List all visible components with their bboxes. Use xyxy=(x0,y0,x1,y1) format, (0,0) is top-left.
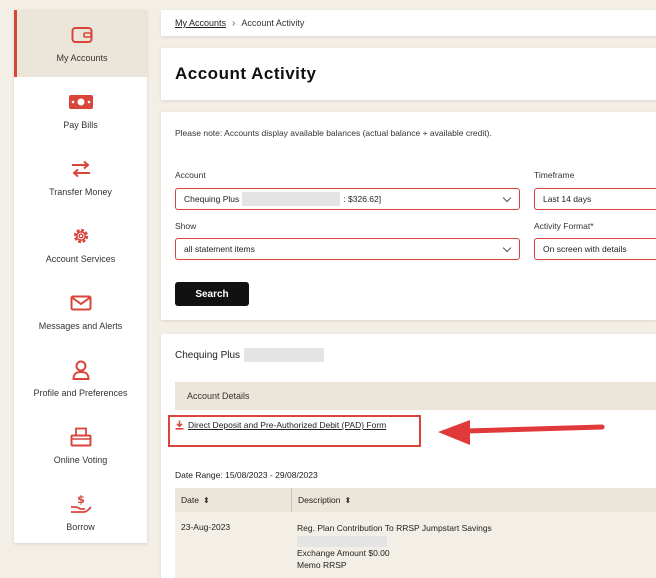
account-name-text: Chequing Plus xyxy=(175,349,241,361)
sidebar-item-borrow[interactable]: $ Borrow xyxy=(14,479,147,546)
show-value: all statement items xyxy=(184,244,255,254)
ballot-box-icon xyxy=(68,426,94,448)
sidebar-item-label: Messages and Alerts xyxy=(38,321,123,331)
row-date: 23-Aug-2023 xyxy=(181,522,231,532)
sidebar-item-transfer-money[interactable]: Transfer Money xyxy=(14,144,147,211)
search-button[interactable]: Search xyxy=(175,282,249,306)
filter-form: Please note: Accounts display available … xyxy=(161,112,656,320)
sidebar-item-messages-alerts[interactable]: Messages and Alerts xyxy=(14,278,147,345)
column-header-label: Date xyxy=(181,495,199,505)
breadcrumb-current: Account Activity xyxy=(241,18,305,28)
activity-table-header: Date ⬍ Description ⬍ xyxy=(175,488,656,512)
column-header-description[interactable]: Description ⬍ xyxy=(291,488,351,512)
wallet-icon xyxy=(69,24,95,46)
activity-format-select[interactable]: On screen with details xyxy=(534,238,656,260)
sidebar-item-label: Borrow xyxy=(66,522,95,532)
person-icon xyxy=(68,359,94,381)
redacted-account-number xyxy=(244,348,325,362)
transfer-arrows-icon xyxy=(68,158,94,180)
title-panel: Account Activity xyxy=(161,48,656,100)
date-range: Date Range: 15/08/2023 - 29/08/2023 xyxy=(175,470,318,480)
account-details-title: Account Details xyxy=(187,391,250,401)
gear-icon xyxy=(68,225,94,247)
envelope-icon xyxy=(68,292,94,314)
pad-form-link-text: Direct Deposit and Pre-Authorized Debit … xyxy=(188,420,387,430)
sort-icon: ⬍ xyxy=(344,495,352,505)
balance-note: Please note: Accounts display available … xyxy=(175,128,492,138)
chevron-down-icon xyxy=(502,193,512,203)
bill-icon xyxy=(68,91,94,113)
svg-text:$: $ xyxy=(77,493,85,506)
download-icon xyxy=(175,420,184,430)
table-row: 23-Aug-2023 Reg. Plan Contribution To RR… xyxy=(175,512,656,578)
sidebar-item-label: My Accounts xyxy=(56,53,108,63)
pad-form-link[interactable]: Direct Deposit and Pre-Authorized Debit … xyxy=(175,420,386,430)
breadcrumb-link-my-accounts[interactable]: My Accounts xyxy=(175,18,226,28)
sidebar-item-label: Pay Bills xyxy=(63,120,98,130)
redacted-text xyxy=(297,536,387,548)
sidebar-item-pay-bills[interactable]: Pay Bills xyxy=(14,77,147,144)
chevron-down-icon xyxy=(502,243,512,253)
account-label: Account xyxy=(175,170,206,180)
sidebar-item-account-services[interactable]: Account Services xyxy=(14,211,147,278)
account-value-suffix: : $326.62] xyxy=(343,194,382,204)
breadcrumb: My Accounts › Account Activity xyxy=(161,10,656,36)
redacted-account-number xyxy=(242,192,341,206)
row-memo: Memo RRSP xyxy=(297,560,347,571)
sidebar-nav: My Accounts Pay Bills Transfer Money Acc… xyxy=(14,10,147,543)
timeframe-select[interactable]: Last 14 days xyxy=(534,188,656,210)
account-name: Chequing Plus xyxy=(175,348,327,362)
column-header-label: Description xyxy=(298,495,341,505)
show-label: Show xyxy=(175,221,197,231)
page-title: Account Activity xyxy=(175,64,317,83)
sidebar-item-label: Profile and Preferences xyxy=(33,388,128,398)
account-details-header: Account Details xyxy=(175,382,656,410)
account-value-prefix: Chequing Plus xyxy=(184,194,240,204)
row-description-text: Reg. Plan Contribution To RRSP Jumpstart… xyxy=(297,523,492,533)
sort-icon: ⬍ xyxy=(202,495,210,505)
row-description: Reg. Plan Contribution To RRSP Jumpstart… xyxy=(297,522,492,571)
activity-format-label: Activity Format* xyxy=(534,221,594,231)
sidebar-item-label: Account Services xyxy=(45,254,116,264)
sidebar-item-profile-preferences[interactable]: Profile and Preferences xyxy=(14,345,147,412)
sidebar-item-label: Transfer Money xyxy=(49,187,112,197)
hand-dollar-icon: $ xyxy=(68,493,94,515)
activity-format-value: On screen with details xyxy=(543,244,627,254)
sidebar-item-label: Online Voting xyxy=(53,455,108,465)
row-exchange-amount: Exchange Amount $0.00 xyxy=(297,548,390,559)
annotation-arrow-icon xyxy=(438,420,605,445)
timeframe-value: Last 14 days xyxy=(543,194,592,204)
chevron-right-icon: › xyxy=(232,17,236,29)
column-header-date[interactable]: Date ⬍ xyxy=(175,488,210,512)
sidebar-item-online-voting[interactable]: Online Voting xyxy=(14,412,147,479)
account-select[interactable]: Chequing Plus : $326.62] xyxy=(175,188,520,210)
sidebar-item-my-accounts[interactable]: My Accounts xyxy=(14,10,147,77)
timeframe-label: Timeframe xyxy=(534,170,575,180)
account-details-panel: Chequing Plus Account Details Direct Dep… xyxy=(161,334,656,578)
show-select[interactable]: all statement items xyxy=(175,238,520,260)
